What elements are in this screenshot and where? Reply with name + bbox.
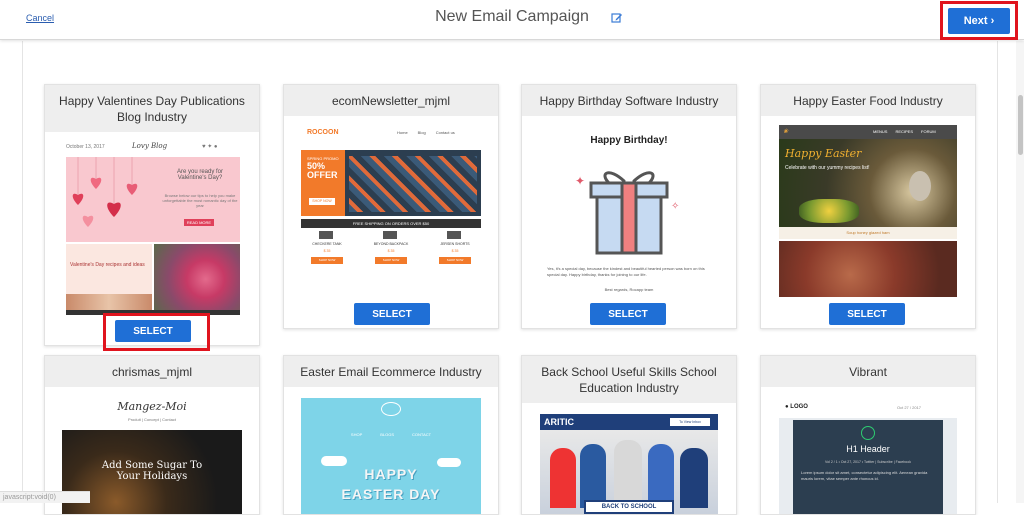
select-button[interactable]: SELECT: [354, 303, 430, 325]
svg-text:✧: ✧: [671, 201, 679, 212]
preview-nav: SHOP BLOGS CONTACT: [350, 432, 432, 437]
template-card-easter-food[interactable]: Happy Easter Food Industry ❀ MENUS RECIPE…: [760, 84, 976, 329]
template-card-easter-ecommerce[interactable]: Easter Email Ecommerce Industry SHOP BLOG…: [283, 355, 499, 515]
template-name: Happy Valentines Day Publications Blog I…: [45, 85, 259, 132]
template-card-birthday[interactable]: Happy Birthday Software Industry Happy B…: [521, 84, 737, 329]
top-bar: Cancel New Email Campaign Next ›: [0, 0, 1024, 40]
template-name: Back School Useful Skills School Educati…: [522, 356, 736, 403]
students-photo: BACK TO SCHOOL: [540, 430, 718, 514]
template-card-ecom-newsletter[interactable]: ecomNewsletter_mjml ROCOON Home Blog Conta…: [283, 84, 499, 329]
template-card-back-to-school[interactable]: Back School Useful Skills School Educati…: [521, 355, 737, 515]
recipe-block: Valentine's Day recipes and ideas: [66, 244, 152, 314]
template-preview: ROCOON Home Blog Contact us SPRING PROMO 5…: [301, 123, 481, 273]
gift-illustration: ✦ ✧: [575, 171, 679, 255]
preview-logo: ❀: [783, 129, 789, 135]
preview-logo: [381, 402, 401, 416]
easter-hero: Happy Easter Celebrate with our yummy re…: [779, 139, 957, 227]
template-preview: Happy Birthday! ✦ ✧ Yes, it's a special …: [539, 123, 719, 298]
template-gallery: Happy Valentines Day Publications Blog I…: [22, 41, 998, 515]
template-preview: ● LOGO Oct 27 / 2017 H1 Header Vol 2 / 1…: [779, 398, 957, 514]
ham-photo: [779, 241, 957, 297]
promo-banner: SPRING PROMO 50% OFFER SHOP NOW: [301, 150, 481, 216]
template-name: Easter Email Ecommerce Industry: [284, 356, 498, 387]
hearts-illustration: [72, 157, 138, 227]
template-card-vibrant[interactable]: Vibrant ● LOGO Oct 27 / 2017 H1 Header V…: [760, 355, 976, 515]
social-icons: ♥ ✦ ●: [202, 144, 218, 150]
flowers-photo: [154, 244, 240, 314]
product-row: CHECKERE TANK BEYOND BACKPACK JERSEN SHO…: [301, 231, 481, 271]
vibrant-hero: H1 Header Vol 2 / 1 • Oct 27, 2017 • Twi…: [793, 420, 943, 514]
template-card-valentines[interactable]: Happy Valentines Day Publications Blog I…: [44, 84, 260, 346]
template-name: Happy Birthday Software Industry: [522, 85, 736, 116]
page-title: New Email Campaign: [435, 8, 589, 25]
hero-banner: Are you ready for Valentine's Day? Brows…: [66, 157, 240, 242]
template-name: Vibrant: [761, 356, 975, 387]
template-preview: October 13, 2017 Lovy Blog ♥ ✦ ● Are you…: [62, 140, 242, 315]
next-highlight: Next ›: [940, 1, 1018, 40]
preview-nav: Home Blog Contact us: [397, 130, 455, 135]
template-preview: ARITIC To View Inbox BACK TO SCHOOL: [540, 414, 718, 514]
status-bar: javascript:void(0): [0, 491, 90, 503]
template-name: chrismas_mjml: [45, 356, 259, 387]
select-button[interactable]: SELECT: [590, 303, 666, 325]
edit-icon[interactable]: [611, 12, 623, 24]
template-preview: ❀ MENUS RECIPES FORUM Happy Easter Celebra…: [779, 125, 957, 297]
svg-text:✦: ✦: [575, 174, 585, 188]
template-name: ecomNewsletter_mjml: [284, 85, 498, 116]
select-button[interactable]: SELECT: [829, 303, 905, 325]
preview-nav: MENUS RECIPES FORUM: [873, 129, 936, 134]
template-name: Happy Easter Food Industry: [761, 85, 975, 116]
template-preview: SHOP BLOGS CONTACT HAPPY EASTER DAY: [301, 398, 481, 514]
select-highlight: [103, 313, 210, 351]
next-button[interactable]: Next ›: [948, 8, 1010, 34]
scrollbar-thumb[interactable]: [1018, 95, 1023, 155]
preview-logo: ● LOGO: [785, 404, 808, 410]
